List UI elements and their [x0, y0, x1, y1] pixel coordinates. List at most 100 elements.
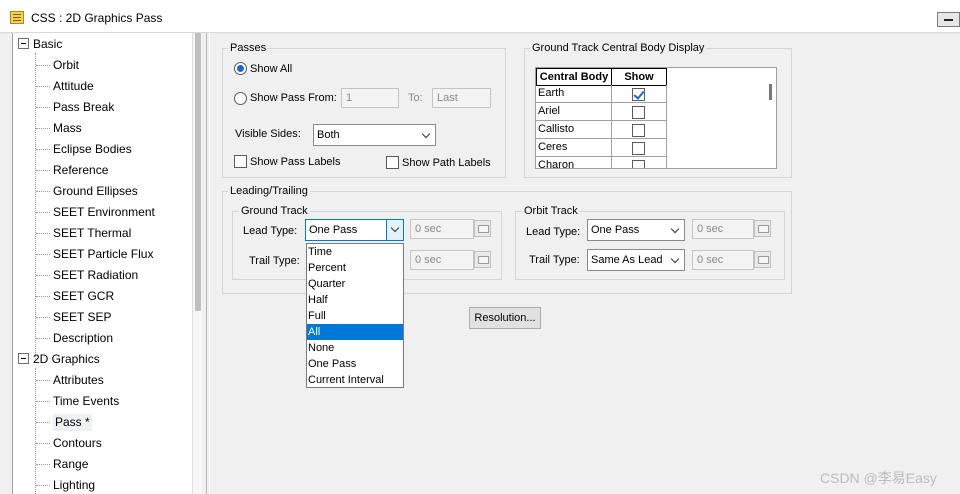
tree-item-mass[interactable]: Mass — [53, 120, 82, 137]
tree-connector — [36, 149, 50, 150]
show-pass-labels-checkbox[interactable] — [234, 155, 247, 168]
tree-item-seet-particle-flux[interactable]: SEET Particle Flux — [53, 246, 153, 263]
tree-item-description[interactable]: Description — [53, 330, 113, 347]
tree-item-seet-sep[interactable]: SEET SEP — [53, 309, 111, 326]
table-row-body[interactable]: Ariel — [536, 103, 612, 121]
scrollbar-thumb[interactable] — [195, 33, 201, 311]
tree-item-range[interactable]: Range — [53, 456, 88, 473]
tree-item-attitude[interactable]: Attitude — [53, 78, 94, 95]
show-pass-from-radio[interactable] — [234, 92, 247, 105]
pass-to-input[interactable]: Last — [432, 88, 491, 108]
gt-lead-units-icon[interactable] — [474, 220, 491, 237]
ot-lead-type-value: One Pass — [591, 224, 640, 236]
tree-item-contours[interactable]: Contours — [53, 435, 102, 452]
panel-splitter[interactable] — [206, 33, 210, 494]
ot-trail-type-label: Trail Type: — [529, 254, 580, 266]
tree-group-2d-graphics[interactable]: 2D Graphics — [33, 351, 100, 368]
ot-lead-type-select[interactable]: One Pass — [587, 219, 685, 241]
gt-lead-sec-input[interactable]: 0 sec — [410, 219, 474, 239]
collapse-icon[interactable] — [18, 38, 29, 49]
tree-connector — [36, 401, 50, 402]
central-body-table: Central Body Show Earth Ariel Callisto C… — [535, 67, 777, 169]
dropdown-option[interactable]: One Pass — [307, 356, 403, 372]
tree-connector — [36, 338, 50, 339]
table-row-body[interactable]: Charon — [536, 157, 612, 168]
tree-item-ground-ellipses[interactable]: Ground Ellipses — [53, 183, 138, 200]
resolution-button[interactable]: Resolution... — [469, 307, 541, 329]
show-all-radio[interactable] — [234, 62, 247, 75]
window-title: CSS : 2D Graphics Pass — [31, 11, 163, 25]
dropdown-option[interactable]: Half — [307, 292, 403, 308]
tree-connector — [36, 86, 50, 87]
minimize-button[interactable] — [937, 12, 960, 27]
gt-lead-type-label: Lead Type: — [243, 225, 298, 237]
pass-from-input[interactable]: 1 — [341, 88, 399, 108]
tree-connector — [36, 317, 50, 318]
tree-connector — [36, 233, 50, 234]
tree-connector — [36, 443, 50, 444]
dropdown-option[interactable]: Percent — [307, 260, 403, 276]
visible-sides-label: Visible Sides: — [235, 128, 301, 140]
dropdown-option-highlighted[interactable]: All — [307, 324, 403, 340]
app-icon — [10, 11, 24, 24]
column-header-show[interactable]: Show — [611, 68, 667, 86]
tree-connector — [36, 107, 50, 108]
tree-item-seet-environment[interactable]: SEET Environment — [53, 204, 155, 221]
chevron-down-icon — [390, 223, 400, 233]
tree-guide-line — [35, 368, 36, 494]
table-row-body[interactable]: Earth — [536, 85, 612, 103]
show-pass-labels-label: Show Pass Labels — [250, 156, 341, 168]
tree-item-seet-radiation[interactable]: SEET Radiation — [53, 267, 138, 284]
show-callisto-checkbox[interactable] — [632, 124, 645, 137]
column-header-central-body[interactable]: Central Body — [536, 68, 612, 86]
tree-item-time-events[interactable]: Time Events — [53, 393, 119, 410]
ot-lead-type-label: Lead Type: — [526, 226, 581, 238]
tree-item-eclipse-bodies[interactable]: Eclipse Bodies — [53, 141, 132, 158]
show-all-label: Show All — [250, 63, 293, 75]
table-scroll-thumb[interactable] — [769, 84, 772, 100]
tree-connector — [36, 65, 50, 66]
tree-item-reference[interactable]: Reference — [53, 162, 108, 179]
tree-item-pass-break[interactable]: Pass Break — [53, 99, 114, 116]
central-body-group-label: Ground Track Central Body Display — [530, 42, 707, 54]
tree-item-lighting[interactable]: Lighting — [53, 477, 95, 494]
dropdown-option[interactable]: Full — [307, 308, 403, 324]
show-ceres-checkbox[interactable] — [632, 142, 645, 155]
tree-connector — [36, 422, 50, 423]
show-ariel-checkbox[interactable] — [632, 106, 645, 119]
ot-trail-units-icon[interactable] — [754, 251, 771, 268]
tree-item-orbit[interactable]: Orbit — [53, 57, 79, 74]
gt-trail-units-icon[interactable] — [474, 251, 491, 268]
gt-trail-sec-input[interactable]: 0 sec — [410, 250, 474, 270]
tree-scrollbar[interactable] — [192, 33, 202, 494]
visible-sides-select[interactable]: Both — [313, 124, 436, 146]
tree-item-seet-gcr[interactable]: SEET GCR — [53, 288, 114, 305]
collapse-icon[interactable] — [18, 353, 29, 364]
tree-item-seet-thermal[interactable]: SEET Thermal — [53, 225, 131, 242]
ground-track-label: Ground Track — [239, 205, 310, 217]
table-row-body[interactable]: Ceres — [536, 139, 612, 157]
orbit-track-label: Orbit Track — [522, 205, 580, 217]
tree-connector — [36, 212, 50, 213]
show-charon-checkbox[interactable] — [632, 160, 645, 168]
ot-trail-sec-input[interactable]: 0 sec — [692, 250, 754, 270]
dropdown-option[interactable]: Time — [307, 244, 403, 260]
show-earth-checkbox[interactable] — [632, 88, 645, 101]
tree-item-pass[interactable]: Pass * — [53, 414, 92, 431]
dropdown-option[interactable]: Quarter — [307, 276, 403, 292]
to-label: To: — [408, 92, 423, 104]
dropdown-option[interactable]: None — [307, 340, 403, 356]
leading-trailing-label: Leading/Trailing — [228, 185, 310, 197]
passes-group-label: Passes — [228, 42, 269, 54]
tree-connector — [36, 485, 50, 486]
ot-trail-type-select[interactable]: Same As Lead — [587, 249, 685, 271]
dropdown-button[interactable] — [386, 220, 403, 240]
gt-lead-type-select[interactable]: One Pass — [305, 219, 404, 241]
show-path-labels-checkbox[interactable] — [386, 156, 399, 169]
tree-group-basic[interactable]: Basic — [33, 36, 62, 53]
table-row-body[interactable]: Callisto — [536, 121, 612, 139]
dropdown-option[interactable]: Current Interval — [307, 372, 403, 388]
ot-lead-sec-input[interactable]: 0 sec — [692, 219, 754, 239]
tree-item-attributes[interactable]: Attributes — [53, 372, 104, 389]
ot-lead-units-icon[interactable] — [754, 220, 771, 237]
